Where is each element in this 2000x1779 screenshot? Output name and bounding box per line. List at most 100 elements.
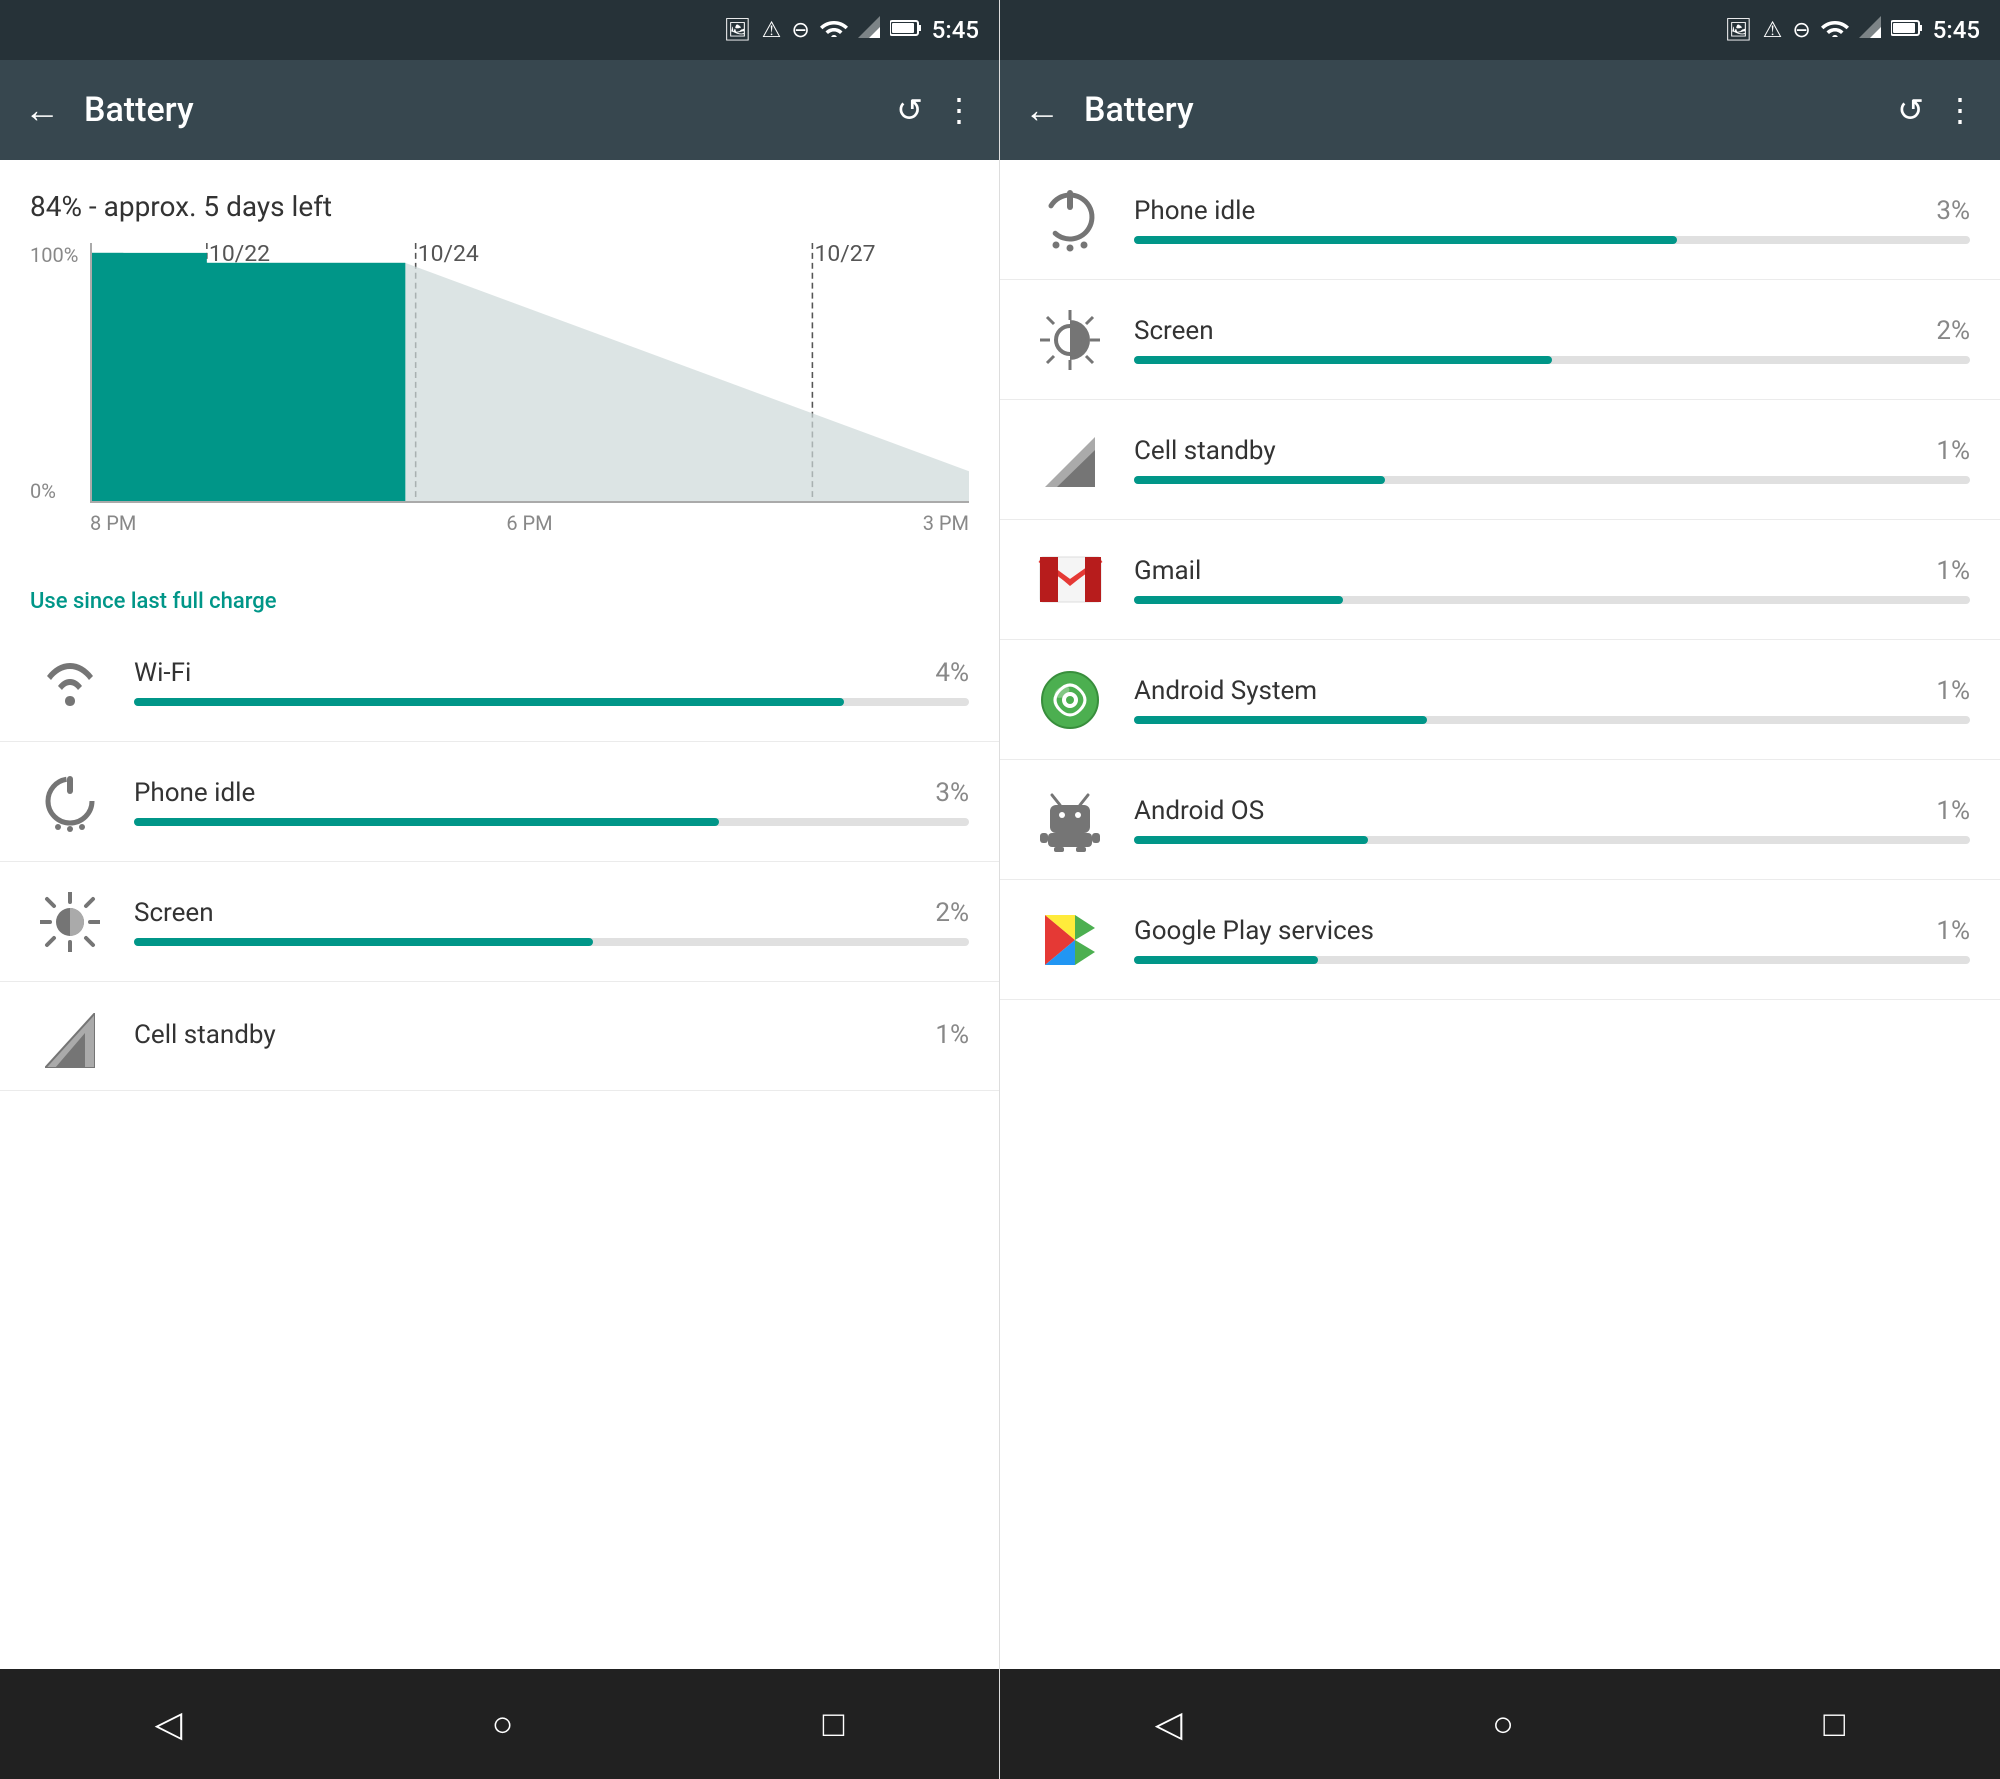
battery-status-icon <box>890 18 922 43</box>
back-button-left[interactable]: ← <box>24 89 60 131</box>
android-os-icon <box>1030 780 1110 860</box>
wifi-bar-fill <box>134 698 844 706</box>
battery-status-icon-r <box>1891 18 1923 43</box>
screen-details: Screen 2% <box>134 898 969 946</box>
android-system-details: Android System 1% <box>1134 676 1970 724</box>
list-item[interactable]: Gmail 1% <box>1000 520 2000 640</box>
chart-x-labels: 8 PM 6 PM 3 PM <box>90 503 969 535</box>
back-nav-left[interactable]: ◁ <box>155 1703 183 1745</box>
toolbar-title-right: Battery <box>1084 90 1897 130</box>
screen-r-name: Screen <box>1134 316 1214 346</box>
list-item[interactable]: Android OS 1% <box>1000 760 2000 880</box>
wifi-status-icon <box>820 17 848 43</box>
list-item[interactable]: Screen 2% <box>0 862 999 982</box>
status-time-right: 5:45 <box>1933 16 1980 44</box>
phone-idle-r-percent: 3% <box>1936 196 1970 226</box>
wifi-item-name: Wi-Fi <box>134 658 191 688</box>
list-item[interactable]: Phone idle 3% <box>1000 160 2000 280</box>
wifi-item-percent: 4% <box>935 658 969 688</box>
cell-signal-icon-r <box>1030 420 1110 500</box>
signal-status-icon-r <box>1859 16 1881 44</box>
right-panel: 🖼 ⚠ ⊖ 5:45 ← Battery ↺ ⋮ <box>1000 0 2000 1779</box>
chart-svg: 10/22 10/24 10/27 <box>92 243 969 501</box>
screen-r-bar-fill <box>1134 356 1552 364</box>
list-item[interactable]: Cell standby 1% <box>1000 400 2000 520</box>
google-play-bar-bg <box>1134 956 1970 964</box>
y-label-top: 100% <box>30 243 78 267</box>
left-panel: 🖼 ⚠ ⊖ 5:45 ← Battery ↺ ⋮ 84% - approx. 5… <box>0 0 1000 1779</box>
chart-canvas: 10/22 10/24 10/27 <box>90 243 969 503</box>
y-label-bottom: 0% <box>30 479 78 503</box>
phone-idle-bar-fill <box>134 818 719 826</box>
status-bar-left: 🖼 ⚠ ⊖ 5:45 <box>0 0 999 60</box>
list-item[interactable]: Android System 1% <box>1000 640 2000 760</box>
android-os-bar-bg <box>1134 836 1970 844</box>
more-button-left[interactable]: ⋮ <box>943 91 975 129</box>
phone-idle-percent: 3% <box>935 778 969 808</box>
cell-standby-r-name: Cell standby <box>1134 436 1276 466</box>
brightness-icon <box>30 882 110 962</box>
screen-r-bar-bg <box>1134 356 1970 364</box>
recent-nav-left[interactable]: □ <box>823 1703 845 1745</box>
photo-icon-r: 🖼 <box>1725 18 1753 43</box>
gmail-percent: 1% <box>1936 556 1970 586</box>
screen-r-percent: 2% <box>1936 316 1970 346</box>
section-header: Use since last full charge <box>0 573 999 622</box>
android-os-name: Android OS <box>1134 796 1264 826</box>
android-system-percent: 1% <box>1936 676 1970 706</box>
gmail-icon <box>1030 540 1110 620</box>
home-nav-right[interactable]: ○ <box>1492 1703 1514 1745</box>
google-play-details: Google Play services 1% <box>1134 916 1970 964</box>
cell-standby-name: Cell standby <box>134 1020 276 1050</box>
status-bar-right: 🖼 ⚠ ⊖ 5:45 <box>1000 0 2000 60</box>
refresh-button-left[interactable]: ↺ <box>896 91 923 129</box>
back-nav-right[interactable]: ◁ <box>1155 1703 1183 1745</box>
screen-bar-bg <box>134 938 969 946</box>
alert-icon-r: ⚠ <box>1763 18 1783 43</box>
minus-circle-icon-r: ⊖ <box>1792 18 1810 43</box>
status-icons-left: 🖼 ⚠ ⊖ <box>724 16 922 44</box>
x-label-6pm: 6 PM <box>506 511 552 535</box>
left-content: 84% - approx. 5 days left 100% 0% 10/22 … <box>0 160 999 1669</box>
android-os-bar-fill <box>1134 836 1368 844</box>
status-icons-right: 🖼 ⚠ ⊖ <box>1725 16 1923 44</box>
svg-text:10/27: 10/27 <box>814 243 875 267</box>
toolbar-actions-right: ↺ ⋮ <box>1897 91 1976 129</box>
list-item[interactable]: Phone idle 3% <box>0 742 999 862</box>
phone-idle-r-details: Phone idle 3% <box>1134 196 1970 244</box>
phone-idle-details: Phone idle 3% <box>134 778 969 826</box>
status-time-left: 5:45 <box>932 16 979 44</box>
toolbar-actions-left: ↺ ⋮ <box>896 91 975 129</box>
power-icon-r <box>1030 180 1110 260</box>
android-os-percent: 1% <box>1936 796 1970 826</box>
alert-icon: ⚠ <box>762 18 782 43</box>
back-button-right[interactable]: ← <box>1024 89 1060 131</box>
home-nav-left[interactable]: ○ <box>492 1703 514 1745</box>
wifi-icon <box>30 642 110 722</box>
recent-nav-right[interactable]: □ <box>1823 1703 1845 1745</box>
gmail-bar-bg <box>1134 596 1970 604</box>
cell-standby-r-bar-bg <box>1134 476 1970 484</box>
cell-standby-r-bar-fill <box>1134 476 1385 484</box>
signal-status-icon <box>858 16 880 44</box>
list-item[interactable]: Cell standby 1% <box>0 982 999 1091</box>
list-item[interactable]: Wi-Fi 4% <box>0 622 999 742</box>
list-item[interactable]: Screen 2% <box>1000 280 2000 400</box>
nav-bar-left: ◁ ○ □ <box>0 1669 999 1779</box>
screen-percent: 2% <box>935 898 969 928</box>
android-system-icon <box>1030 660 1110 740</box>
google-play-percent: 1% <box>1936 916 1970 946</box>
screen-name: Screen <box>134 898 214 928</box>
more-button-right[interactable]: ⋮ <box>1944 91 1976 129</box>
gmail-bar-fill <box>1134 596 1343 604</box>
list-item[interactable]: Google Play services 1% <box>1000 880 2000 1000</box>
google-play-bar-fill <box>1134 956 1318 964</box>
google-play-name: Google Play services <box>1134 916 1374 946</box>
cell-signal-icon <box>30 1000 110 1080</box>
refresh-button-right[interactable]: ↺ <box>1897 91 1924 129</box>
screen-r-details: Screen 2% <box>1134 316 1970 364</box>
x-label-3pm: 3 PM <box>923 511 969 535</box>
battery-summary: 84% - approx. 5 days left <box>0 160 999 233</box>
cell-standby-r-details: Cell standby 1% <box>1134 436 1970 484</box>
toolbar-right: ← Battery ↺ ⋮ <box>1000 60 2000 160</box>
